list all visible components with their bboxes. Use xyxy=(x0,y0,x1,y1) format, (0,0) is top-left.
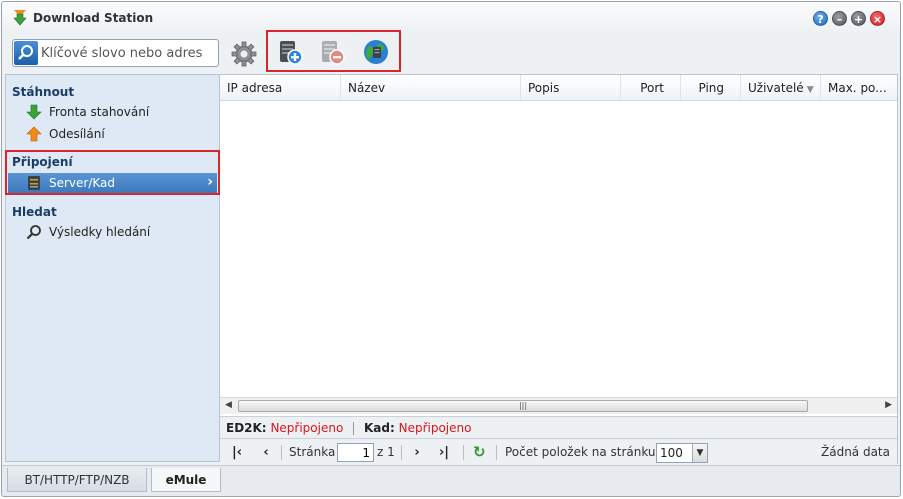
pager-divider xyxy=(496,445,497,460)
page-label: Stránka xyxy=(289,445,336,459)
next-page-icon[interactable]: › xyxy=(410,444,424,461)
search-icon[interactable] xyxy=(14,41,38,65)
search-box[interactable] xyxy=(12,39,219,67)
connection-highlight xyxy=(5,150,220,195)
scroll-right-icon[interactable]: ▶ xyxy=(885,400,892,410)
scroll-left-icon[interactable]: ◀ xyxy=(225,400,232,410)
column-header-ip[interactable]: IP adresa xyxy=(220,75,341,101)
globe-icon[interactable] xyxy=(362,38,390,66)
scrollbar-thumb[interactable]: ||| xyxy=(238,400,808,412)
pager-divider xyxy=(463,445,464,460)
refresh-icon[interactable]: ↻ xyxy=(473,444,486,461)
sidebar-item-label: Výsledky hledání xyxy=(49,225,151,239)
magnifier-icon xyxy=(26,225,41,240)
page-number-input[interactable] xyxy=(337,443,374,462)
help-icon[interactable]: ? xyxy=(813,11,828,26)
items-per-page-value: 100 xyxy=(660,446,683,460)
pager-divider xyxy=(281,445,282,460)
sort-descending-icon: ▼ xyxy=(806,85,814,95)
previous-page-icon[interactable]: ‹ xyxy=(259,444,273,461)
column-header-ping[interactable]: Ping xyxy=(681,75,741,101)
sidebar-item-label: Odesílání xyxy=(49,127,105,141)
items-per-page-label: Počet položek na stránku: xyxy=(505,445,660,459)
page-count: z 1 xyxy=(377,445,395,459)
tab-bt-http-ftp-nzb[interactable]: BT/HTTP/FTP/NZB xyxy=(7,468,147,492)
column-header-users-label: Uživatelé xyxy=(748,81,804,95)
download-station-window: Download Station ? – + × Klíčové slovo n… xyxy=(1,1,901,497)
column-header-max-users[interactable]: Max. po... xyxy=(821,75,898,101)
connection-status-bar: ED2K: Nepřipojeno Kad: Nepřipojeno xyxy=(220,416,897,438)
section-title-search: Hledat xyxy=(12,205,57,219)
column-header-name[interactable]: Název xyxy=(341,75,521,101)
server-grid: IP adresa Název Popis Port Ping Uživatel… xyxy=(220,74,898,465)
pagination-bar: |‹ ‹ Stránka z 1 › ›| ↻ Počet položek na… xyxy=(220,438,897,465)
settings-icon[interactable] xyxy=(230,40,258,68)
ed2k-label: ED2K: xyxy=(226,421,267,435)
last-page-icon[interactable]: ›| xyxy=(437,444,451,461)
chevron-down-icon[interactable]: ▼ xyxy=(692,444,707,462)
section-title-download: Stáhnout xyxy=(12,85,75,99)
sidebar-item-search-results[interactable]: Výsledky hledání xyxy=(8,222,217,242)
download-arrow-icon xyxy=(26,104,42,120)
sidebar: Stáhnout Fronta stahování Odesílání Přip… xyxy=(5,74,220,462)
remove-server-icon[interactable] xyxy=(318,38,346,66)
status-divider xyxy=(353,422,355,435)
grid-header: IP adresa Název Popis Port Ping Uživatel… xyxy=(220,75,897,101)
download-station-logo-icon xyxy=(13,10,27,26)
column-header-users[interactable]: Uživatelé ▼ xyxy=(741,75,821,101)
search-input[interactable] xyxy=(41,44,216,62)
pager-divider xyxy=(401,445,402,460)
add-server-icon[interactable] xyxy=(276,38,304,66)
ed2k-status: Nepřipojeno xyxy=(270,421,344,435)
kad-status: Nepřipojeno xyxy=(398,421,472,435)
title-bar[interactable]: Download Station ? – + × xyxy=(2,2,900,32)
close-icon[interactable]: × xyxy=(870,11,885,26)
sidebar-item-download-queue[interactable]: Fronta stahování xyxy=(8,102,217,122)
kad-label: Kad: xyxy=(363,421,395,435)
sidebar-item-label: Fronta stahování xyxy=(49,105,150,119)
column-header-description[interactable]: Popis xyxy=(521,75,621,101)
first-page-icon[interactable]: |‹ xyxy=(230,444,244,461)
column-header-port[interactable]: Port xyxy=(621,75,681,101)
items-per-page-select[interactable]: 100 ▼ xyxy=(656,443,708,463)
sidebar-item-upload[interactable]: Odesílání xyxy=(8,124,217,144)
bottom-tab-bar: BT/HTTP/FTP/NZB eMule xyxy=(2,465,900,496)
minimize-icon[interactable]: – xyxy=(832,11,847,26)
upload-arrow-icon xyxy=(26,126,42,142)
tab-emule[interactable]: eMule xyxy=(151,468,221,492)
window-title: Download Station xyxy=(33,11,154,25)
maximize-icon[interactable]: + xyxy=(851,11,866,26)
server-toolbar-group xyxy=(266,30,401,72)
horizontal-scrollbar[interactable]: ◀ ||| ▶ xyxy=(220,397,897,414)
no-data-label: Žádná data xyxy=(821,445,890,459)
